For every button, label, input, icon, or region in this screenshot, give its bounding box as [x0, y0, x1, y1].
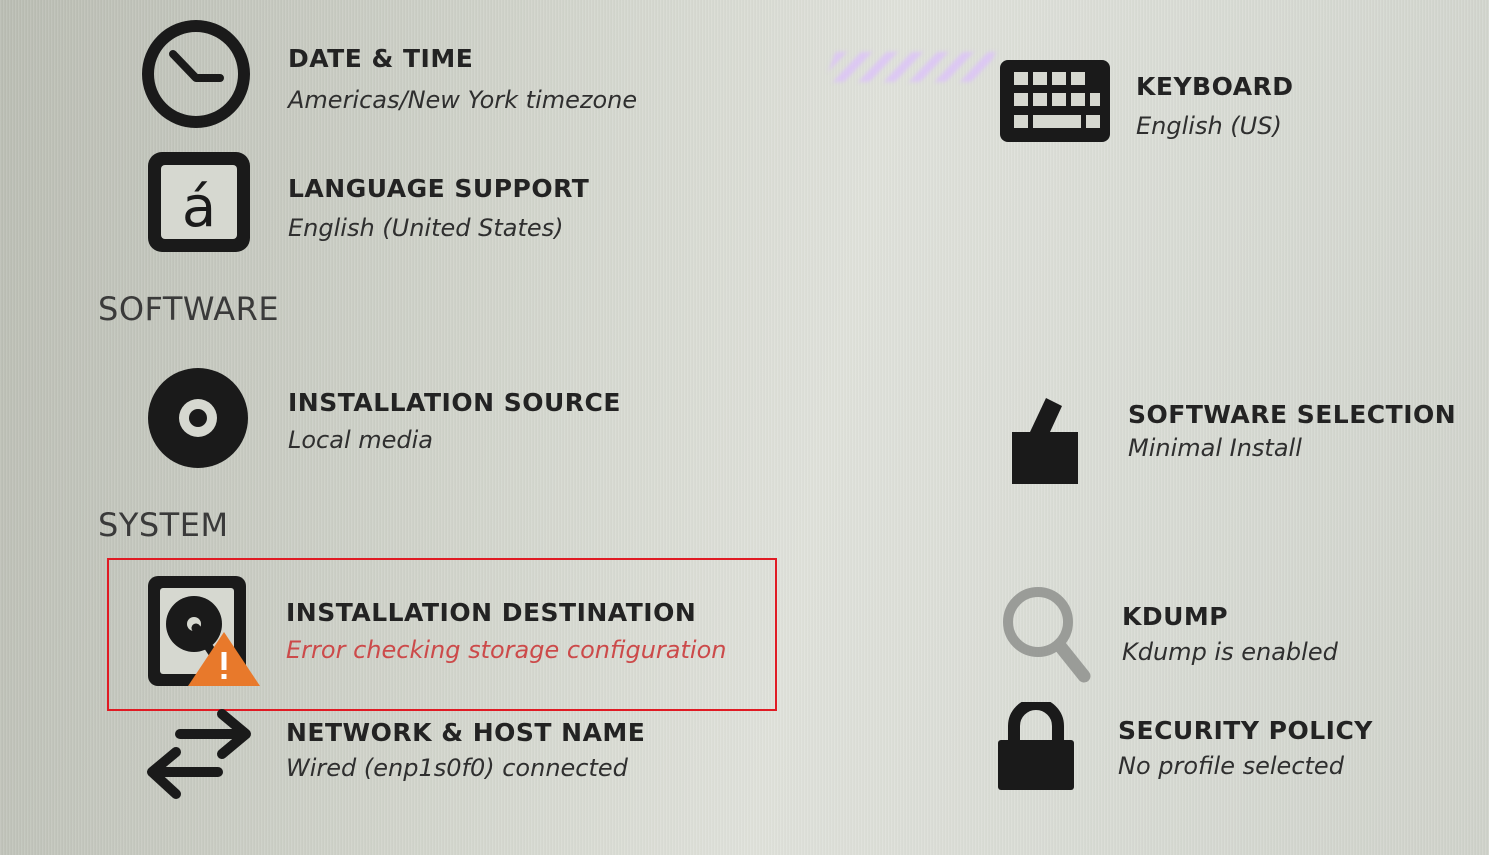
spoke-network-hostname[interactable]: NETWORK & HOST NAME Wired (enp1s0f0) con…	[140, 700, 680, 804]
spoke-language-support[interactable]: á LANGUAGE SUPPORT English (United State…	[140, 148, 700, 258]
disc-icon	[146, 366, 250, 474]
svg-text:á: á	[182, 175, 216, 240]
spoke-title: KDUMP	[1122, 602, 1229, 631]
spoke-date-time[interactable]: DATE & TIME Americas/New York timezone	[138, 16, 738, 134]
spoke-status-error: Error checking storage configuration	[286, 636, 727, 664]
spoke-status: English (US)	[1136, 112, 1282, 140]
magnifier-icon	[1000, 584, 1092, 688]
spoke-status: Wired (enp1s0f0) connected	[286, 754, 628, 782]
harddisk-warning-icon	[146, 574, 262, 694]
clock-icon	[140, 18, 252, 134]
spoke-title: NETWORK & HOST NAME	[286, 718, 646, 747]
spoke-title: INSTALLATION SOURCE	[288, 388, 621, 417]
spoke-title: LANGUAGE SUPPORT	[288, 174, 590, 203]
spoke-title: SECURITY POLICY	[1118, 716, 1373, 745]
spoke-status: English (United States)	[288, 214, 564, 242]
package-icon	[1008, 392, 1082, 488]
spoke-status: Local media	[288, 426, 434, 454]
spoke-installation-source[interactable]: INSTALLATION SOURCE Local media	[140, 362, 700, 474]
category-system: SYSTEM	[98, 506, 229, 544]
spoke-title: DATE & TIME	[288, 44, 474, 73]
spoke-status: No profile selected	[1118, 752, 1344, 780]
spoke-title: SOFTWARE SELECTION	[1128, 400, 1457, 429]
lock-icon	[996, 698, 1076, 796]
language-icon: á	[148, 152, 250, 256]
keyboard-icon	[1000, 60, 1110, 146]
category-software: SOFTWARE	[98, 290, 280, 328]
spoke-keyboard[interactable]: KEYBOARD English (US)	[996, 56, 1416, 148]
spoke-status: Minimal Install	[1128, 434, 1302, 462]
spoke-installation-destination[interactable]: INSTALLATION DESTINATION Error checking …	[140, 572, 760, 692]
spoke-title: KEYBOARD	[1136, 72, 1294, 101]
spoke-title: INSTALLATION DESTINATION	[286, 598, 697, 627]
spoke-status: Americas/New York timezone	[288, 86, 638, 114]
screen-glare	[824, 52, 996, 82]
network-arrows-icon	[144, 702, 258, 806]
spoke-security-policy[interactable]: SECURITY POLICY No profile selected	[992, 698, 1392, 798]
spoke-software-selection[interactable]: SOFTWARE SELECTION Minimal Install	[1004, 388, 1456, 488]
spoke-status: Kdump is enabled	[1122, 638, 1338, 666]
spoke-kdump[interactable]: KDUMP Kdump is enabled	[996, 582, 1376, 686]
